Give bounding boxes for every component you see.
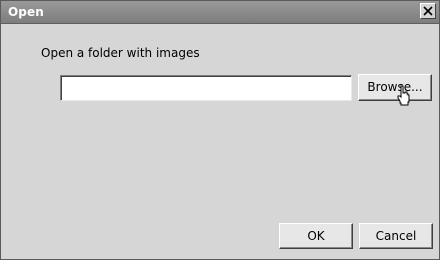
open-dialog: Open Open a folder with images Browse...…	[0, 0, 440, 260]
folder-prompt-label: Open a folder with images	[41, 46, 200, 60]
window-title: Open	[8, 5, 44, 19]
title-bar[interactable]: Open	[1, 1, 439, 24]
folder-path-input[interactable]	[60, 75, 352, 101]
cancel-button[interactable]: Cancel	[359, 223, 433, 249]
browse-button[interactable]: Browse...	[358, 74, 432, 101]
close-icon	[423, 6, 433, 16]
ok-button[interactable]: OK	[279, 223, 353, 249]
hand-pointer-icon	[397, 85, 410, 106]
close-button[interactable]	[420, 3, 436, 19]
